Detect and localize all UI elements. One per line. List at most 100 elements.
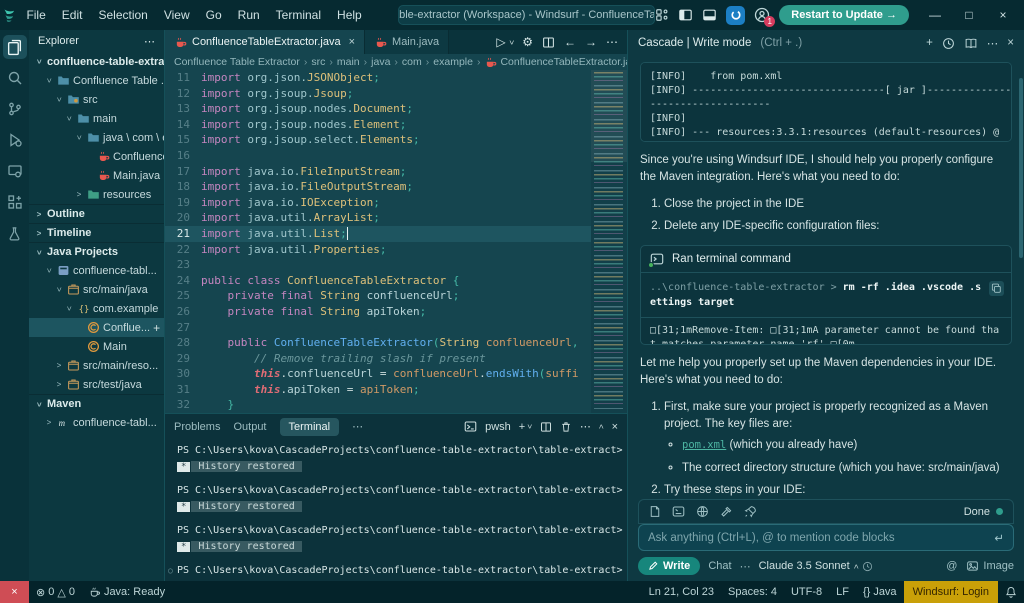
command-decoration-icon[interactable]: ○ (168, 566, 173, 575)
code-line[interactable]: 20import java.util.ArrayList; (165, 210, 627, 226)
tree-item[interactable]: >java \ com \ ex... (29, 128, 164, 147)
tree-item[interactable]: >Main.java (29, 166, 164, 185)
restart-to-update-button[interactable]: Restart to Update → (779, 5, 909, 25)
search-icon[interactable] (3, 66, 27, 90)
minimap[interactable] (591, 70, 627, 413)
maven-log-output[interactable]: [INFO] from pom.xml[INFO] --------------… (641, 63, 1011, 142)
cascade-input[interactable]: Ask anything (Ctrl+L), @ to mention code… (638, 524, 1014, 551)
mode-more-icon[interactable]: ⋯ (740, 560, 751, 573)
menu-terminal[interactable]: Terminal (268, 8, 329, 22)
close-panel-icon[interactable]: × (612, 421, 618, 433)
code-line[interactable]: 12import org.jsoup.Jsoup; (165, 86, 627, 102)
toggle-sidebar-icon[interactable] (678, 8, 693, 22)
kill-terminal-icon[interactable] (560, 421, 572, 433)
sidebar-section-java-projects[interactable]: >Java Projects (29, 242, 164, 261)
terminal-more-icon[interactable]: ⋯ (580, 420, 591, 433)
code-line[interactable]: 23 (165, 257, 627, 273)
sidebar-section-timeline[interactable]: >Timeline (29, 223, 164, 242)
tree-item[interactable]: >resources (29, 185, 164, 204)
run-dropdown-icon[interactable]: > (506, 40, 515, 45)
eol-sequence[interactable]: LF (829, 586, 856, 598)
code-line[interactable]: 14import org.jsoup.nodes.Element; (165, 117, 627, 133)
terminal-command-line[interactable]: ..\confluence-table-extractor > rm -rf .… (641, 273, 1011, 318)
write-mode-toggle[interactable]: Write (638, 557, 700, 575)
editor-tab-main.java[interactable]: Main.java (365, 30, 449, 54)
cascade-scrollbar[interactable] (1019, 78, 1023, 258)
code-line[interactable]: 22import java.util.Properties; (165, 242, 627, 258)
code-line[interactable]: 11import org.json.JSONObject; (165, 70, 627, 86)
tree-item[interactable]: >mconfluence-tabl... (29, 413, 164, 432)
tab-close-icon[interactable]: × (349, 36, 355, 48)
tree-item[interactable]: >main (29, 109, 164, 128)
sidebar-section-outline[interactable]: >Outline (29, 204, 164, 223)
tree-item[interactable]: >confluence-tabl... (29, 261, 164, 280)
copy-icon[interactable] (989, 281, 1004, 296)
tree-item[interactable]: >ConfluenceT... (29, 147, 164, 166)
code-line[interactable]: 25 private final String confluenceUrl; (165, 288, 627, 304)
encoding[interactable]: UTF-8 (784, 586, 829, 598)
cascade-close-icon[interactable]: × (1007, 37, 1014, 49)
split-editor-icon[interactable] (542, 36, 555, 49)
model-selector[interactable]: Claude 3.5 Sonnet > (759, 560, 874, 572)
sidebar-more-icon[interactable]: ⋯ (144, 35, 155, 48)
toggle-panel-icon[interactable] (702, 8, 717, 22)
tree-item[interactable]: >src/main/java (29, 280, 164, 299)
panel-tab-problems[interactable]: Problems (174, 421, 220, 433)
cascade-more-icon[interactable]: ⋯ (987, 36, 999, 50)
editor-more-icon[interactable]: ⋯ (606, 35, 618, 49)
menu-view[interactable]: View (156, 8, 198, 22)
breadcrumb-item[interactable]: com (402, 56, 422, 68)
terminal-tool-icon[interactable] (672, 505, 685, 518)
breadcrumb-item[interactable]: main (337, 56, 360, 68)
tree-item[interactable]: >src/main/reso... (29, 356, 164, 375)
code-line[interactable]: 15import org.jsoup.select.Elements; (165, 132, 627, 148)
code-line[interactable]: 24public class ConfluenceTableExtractor … (165, 273, 627, 289)
panel-more-icon[interactable]: ⋯ (352, 420, 363, 433)
terminal-output[interactable]: PS C:\Users\kova\CascadeProjects\conflue… (165, 439, 627, 581)
editor-tab-confluencetableextractor.java[interactable]: ConfluenceTableExtractor.java× (165, 30, 365, 54)
code-line[interactable]: 29 // Remove trailing slash if present (165, 351, 627, 367)
settings-gear-icon[interactable]: ⚙ (522, 35, 533, 49)
extensions-icon[interactable] (3, 190, 27, 214)
cascade-toggle-icon[interactable] (726, 6, 745, 25)
code-line[interactable]: 26 private final String apiToken; (165, 304, 627, 320)
menu-edit[interactable]: Edit (54, 8, 91, 22)
code-line[interactable]: 31 this.apiToken = apiToken; (165, 382, 627, 398)
cursor-position[interactable]: Ln 21, Col 23 (642, 586, 721, 598)
problems-status[interactable]: ⊗0 △0 (29, 586, 82, 599)
source-control-icon[interactable] (3, 97, 27, 121)
remote-icon[interactable] (3, 159, 27, 183)
code-line[interactable]: 32 } (165, 397, 627, 413)
run-button[interactable]: ▷ (496, 35, 505, 49)
java-status[interactable]: Java: Ready (82, 586, 172, 598)
tree-item[interactable]: >Confluence Table ... (29, 71, 164, 90)
web-icon[interactable] (696, 505, 709, 518)
tree-item[interactable]: >src (29, 90, 164, 109)
tree-item[interactable]: >src/test/java (29, 375, 164, 394)
chat-mode-toggle[interactable]: Chat (708, 560, 731, 572)
language-mode[interactable]: {}Java (856, 586, 904, 598)
notifications-bell-icon[interactable] (998, 586, 1024, 598)
panel-tab-output[interactable]: Output (233, 421, 266, 433)
menu-selection[interactable]: Selection (90, 8, 155, 22)
terminal-command-output[interactable]: □[31;1mRemove-Item: □[31;1mA parameter c… (641, 318, 1011, 345)
code-line[interactable]: 18import java.io.FileOutputStream; (165, 179, 627, 195)
tree-item[interactable]: >Conflue...+ (29, 318, 164, 337)
tree-item[interactable]: >confluence-table-extract... (29, 52, 164, 71)
new-chat-icon[interactable]: + (926, 37, 933, 49)
breadcrumb-item[interactable]: Confluence Table Extractor (174, 56, 300, 68)
testing-icon[interactable] (3, 221, 27, 245)
minimize-button[interactable]: — (918, 0, 952, 30)
remote-indicator[interactable]: × (0, 581, 29, 603)
code-line[interactable]: 28 public ConfluenceTableExtractor(Strin… (165, 335, 627, 351)
workspace-search-box[interactable]: confluence-table-extractor (Workspace) -… (398, 5, 656, 25)
close-button[interactable]: × (986, 0, 1020, 30)
attach-image-button[interactable]: Image (966, 560, 1014, 572)
breadcrumb-item[interactable]: java (371, 56, 390, 68)
new-file-icon[interactable] (649, 505, 661, 518)
open-book-icon[interactable] (964, 37, 978, 50)
nav-back-icon[interactable]: ← (564, 35, 576, 49)
menu-file[interactable]: File (18, 8, 53, 22)
explorer-icon[interactable] (3, 35, 27, 59)
nav-forward-icon[interactable]: → (585, 35, 597, 49)
